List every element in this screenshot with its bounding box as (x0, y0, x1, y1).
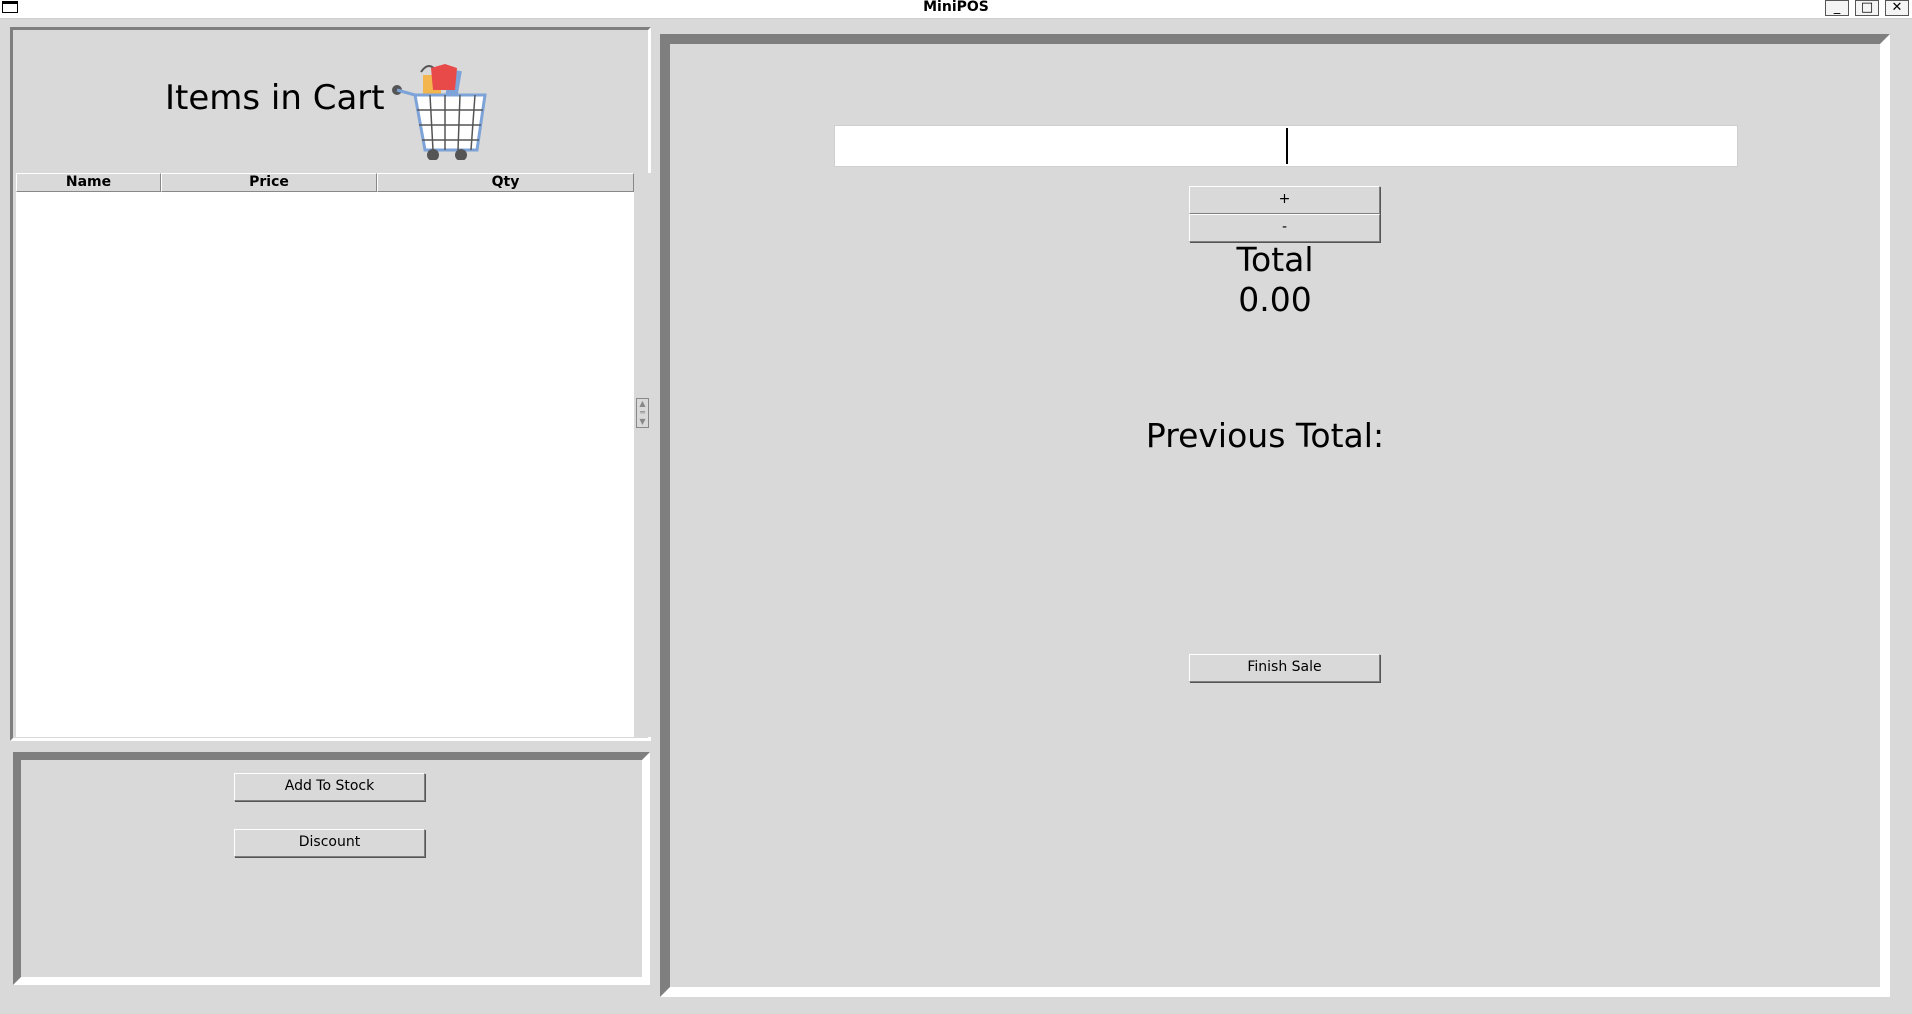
total-value: 0.00 (1238, 280, 1312, 319)
total-label: Total (1236, 240, 1314, 279)
decrease-quantity-button[interactable]: - (1189, 214, 1380, 242)
scroll-up-arrow-icon[interactable]: ▲ (637, 399, 648, 408)
column-header-qty[interactable]: Qty (377, 173, 634, 192)
cart-panel: Items in Cart Name Price Qty ▲ ═ ▼ (10, 27, 651, 741)
barcode-input[interactable] (834, 125, 1738, 167)
cart-items-table[interactable]: Name Price Qty (16, 173, 634, 737)
minimize-button[interactable]: _ (1825, 0, 1849, 16)
add-to-stock-button[interactable]: Add To Stock (234, 773, 425, 801)
column-header-price[interactable]: Price (161, 173, 377, 192)
increase-quantity-button[interactable]: + (1189, 186, 1380, 214)
sale-panel: + - Total 0.00 Previous Total: Finish Sa… (660, 34, 1890, 997)
discount-button[interactable]: Discount (234, 829, 425, 857)
window-title-bar: MiniPOS _ □ ✕ (0, 0, 1912, 19)
scroll-down-arrow-icon[interactable]: ▼ (637, 417, 648, 426)
scroll-grip-icon: ═ (640, 408, 645, 417)
finish-sale-button[interactable]: Finish Sale (1189, 654, 1380, 682)
maximize-button[interactable]: □ (1855, 0, 1879, 16)
cart-title: Items in Cart (165, 78, 385, 118)
previous-total-label: Previous Total: (1145, 416, 1385, 455)
cart-scrollbar[interactable]: ▲ ═ ▼ (634, 173, 651, 737)
text-cursor (1286, 128, 1288, 164)
window-title: MiniPOS (923, 0, 989, 15)
close-button[interactable]: ✕ (1885, 0, 1909, 16)
actions-panel: Add To Stock Discount (13, 752, 650, 985)
scrollbar-thumb[interactable]: ▲ ═ ▼ (636, 398, 649, 428)
table-header: Name Price Qty (16, 173, 634, 192)
column-header-name[interactable]: Name (16, 173, 161, 192)
shopping-cart-icon (392, 64, 487, 160)
